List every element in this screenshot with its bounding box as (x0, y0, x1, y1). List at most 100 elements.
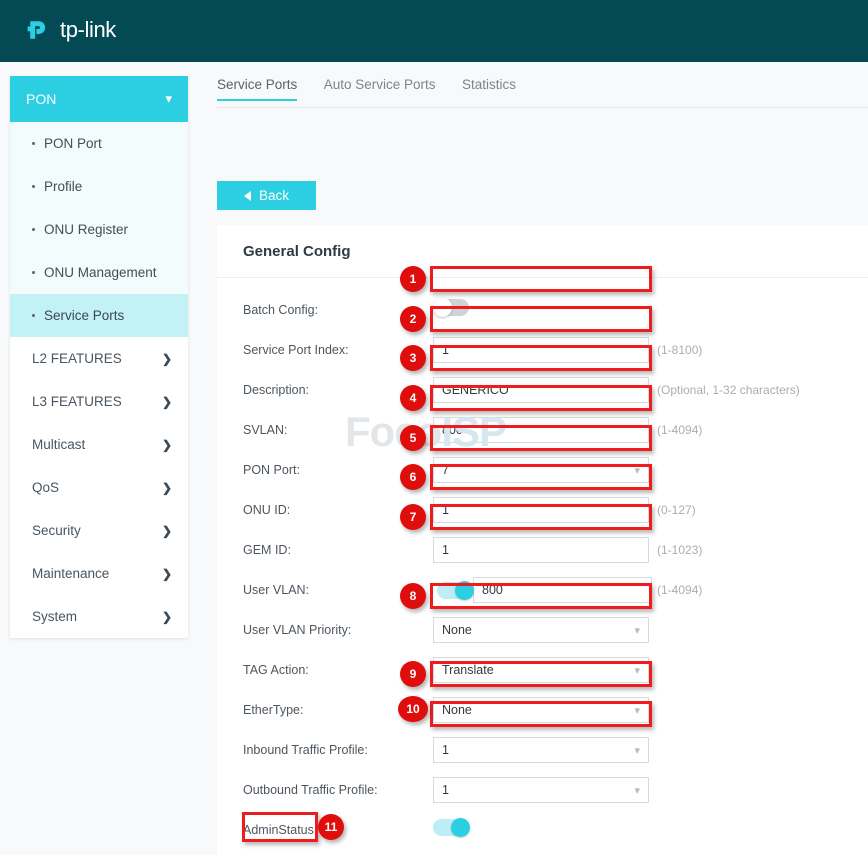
field-hint: (1-4094) (657, 423, 703, 437)
form-row-ethertype: EtherType: None ▾ (217, 690, 868, 730)
form-row-outbound-traffic-profile: Outbound Traffic Profile: 1 ▾ (217, 770, 868, 810)
form-row-batch-config: Batch Config: (217, 290, 868, 330)
form-row-user-vlan-priority: User VLAN Priority: None ▾ (217, 610, 868, 650)
gem-id-input[interactable] (433, 537, 649, 563)
sidebar-nav: PON ▾ PON Port Profile ONU Register ONU … (10, 76, 188, 638)
back-button[interactable]: Back (217, 181, 316, 210)
field-label: Inbound Traffic Profile: (243, 743, 368, 757)
brand-name: tp-link (60, 17, 116, 42)
toggle-knob (433, 298, 452, 317)
select-value: 1 (442, 743, 449, 757)
description-input[interactable] (433, 377, 649, 403)
sidebar-group-pon[interactable]: PON ▾ (10, 76, 188, 122)
form-row-user-vlan: User VLAN: (1-4094) (217, 570, 868, 610)
select-value: 7 (442, 463, 449, 477)
select-value: Translate (442, 663, 494, 677)
chevron-right-icon: ❯ (161, 394, 172, 409)
user-vlan-toggle[interactable] (433, 577, 474, 603)
sidebar-item-label: Multicast (32, 437, 86, 452)
toggle-knob (451, 818, 470, 837)
sidebar-item-label: QoS (32, 480, 60, 495)
chevron-right-icon: ❯ (161, 437, 172, 452)
sidebar-item-service-ports[interactable]: Service Ports (10, 294, 188, 337)
sidebar-item-security[interactable]: Security ❯ (10, 509, 188, 552)
sidebar-item-maintenance[interactable]: Maintenance ❯ (10, 552, 188, 595)
select-value: None (442, 623, 472, 637)
batch-config-toggle[interactable] (433, 298, 469, 321)
sidebar-item-l2-features[interactable]: L2 FEATURES ❯ (10, 337, 188, 380)
tab-underline (217, 107, 868, 108)
chevron-down-icon: ▾ (634, 784, 640, 797)
chevron-down-icon: ▾ (634, 704, 640, 717)
field-hint: (1-8100) (657, 343, 703, 357)
sidebar-item-onu-management[interactable]: ONU Management (10, 251, 188, 294)
field-label: AdminStatus: (243, 823, 318, 837)
field-label: Batch Config: (243, 303, 319, 317)
user-vlan-input[interactable] (473, 577, 652, 603)
form-row-admin-status: AdminStatus: (217, 810, 868, 850)
field-label: User VLAN Priority: (243, 623, 352, 637)
field-label: GEM ID: (243, 543, 291, 557)
service-port-index-input[interactable] (433, 337, 649, 363)
inbound-traffic-profile-select[interactable]: 1 ▾ (433, 737, 649, 763)
field-label: Service Port Index: (243, 343, 349, 357)
sidebar-item-onu-register[interactable]: ONU Register (10, 208, 188, 251)
select-value: None (442, 703, 472, 717)
chevron-down-icon: ▾ (634, 624, 640, 637)
chevron-down-icon: ▾ (634, 664, 640, 677)
form-row-inbound-traffic-profile: Inbound Traffic Profile: 1 ▾ (217, 730, 868, 770)
user-vlan-control (433, 577, 652, 603)
ethertype-select[interactable]: None ▾ (433, 697, 649, 723)
sidebar-item-profile[interactable]: Profile (10, 165, 188, 208)
sidebar-item-label: L2 FEATURES (32, 351, 122, 366)
main-content: Service Ports Auto Service Ports Statist… (198, 62, 868, 855)
tab-statistics[interactable]: Statistics (462, 77, 516, 101)
bullet-icon (32, 228, 35, 231)
top-header-bar: tp-link (0, 0, 868, 62)
field-label: EtherType: (243, 703, 304, 717)
field-hint: (1-4094) (657, 583, 703, 597)
sidebar-item-l3-features[interactable]: L3 FEATURES ❯ (10, 380, 188, 423)
toggle-switch-on (433, 818, 470, 837)
toggle-knob (455, 580, 474, 600)
form-row-gem-id: GEM ID: (1-1023) (217, 530, 868, 570)
form-row-pon-port: PON Port: 7 ▾ (217, 450, 868, 490)
bullet-icon (32, 185, 35, 188)
field-label: ONU ID: (243, 503, 291, 517)
user-vlan-priority-select[interactable]: None ▾ (433, 617, 649, 643)
field-label: Outbound Traffic Profile: (243, 783, 378, 797)
chevron-right-icon: ❯ (161, 351, 172, 366)
tplink-logo-icon (27, 21, 46, 39)
chevron-down-icon: ▾ (165, 91, 172, 106)
chevron-right-icon: ❯ (161, 480, 172, 495)
outbound-traffic-profile-select[interactable]: 1 ▾ (433, 777, 649, 803)
tag-action-select[interactable]: Translate ▾ (433, 657, 649, 683)
sidebar-item-multicast[interactable]: Multicast ❯ (10, 423, 188, 466)
brand-logo[interactable]: tp-link (25, 16, 116, 44)
sidebar-item-system[interactable]: System ❯ (10, 595, 188, 638)
toggle-switch-on (437, 580, 474, 600)
sidebar-item-pon-port[interactable]: PON Port (10, 122, 188, 165)
chevron-down-icon: ▾ (634, 744, 640, 757)
tab-auto-service-ports[interactable]: Auto Service Ports (324, 77, 436, 101)
chevron-right-icon: ❯ (161, 609, 172, 624)
bullet-icon (32, 142, 35, 145)
sidebar-item-qos[interactable]: QoS ❯ (10, 466, 188, 509)
admin-status-toggle[interactable] (433, 818, 470, 841)
sidebar-item-label: ONU Management (44, 265, 157, 280)
form-row-performance-statistics: Performance Statistics: (217, 850, 868, 855)
form-row-tag-action: TAG Action: Translate ▾ (217, 650, 868, 690)
sidebar-item-label: System (32, 609, 78, 624)
tab-service-ports[interactable]: Service Ports (217, 77, 298, 101)
form-row-svlan: SVLAN: (1-4094) (217, 410, 868, 450)
field-hint: (1-1023) (657, 543, 703, 557)
field-label: User VLAN: (243, 583, 309, 597)
bullet-icon (32, 314, 35, 317)
general-config-panel: General Config Batch Config: Service Por… (217, 225, 868, 855)
select-value: 1 (442, 783, 449, 797)
pon-port-select[interactable]: 7 ▾ (433, 457, 649, 483)
field-hint: (Optional, 1-32 characters) (657, 383, 800, 397)
config-form: Batch Config: Service Port Index: (1-810… (217, 278, 868, 855)
svlan-input[interactable] (433, 417, 649, 443)
onu-id-input[interactable] (433, 497, 649, 523)
